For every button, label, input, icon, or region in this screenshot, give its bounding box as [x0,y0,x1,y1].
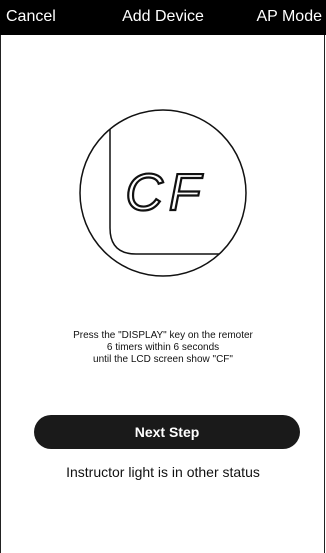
lcd-display-illustration: CF [79,109,247,277]
other-status-link[interactable]: Instructor light is in other status [0,464,326,480]
instruction-line-2: 6 timers within 6 seconds [106,342,220,353]
instruction-line-3: until the LCD screen show "CF" [93,354,233,365]
ap-mode-button[interactable]: AP Mode [256,8,322,26]
header-bar: Cancel Add Device AP Mode [0,0,326,35]
next-step-button[interactable]: Next Step [34,415,300,449]
instruction-line-1: Press the "DISPLAY" key on the remoter [73,330,253,341]
instruction-text: Press the "DISPLAY" key on the remoter 6… [20,330,306,366]
lcd-cf-text: CF [125,164,206,222]
